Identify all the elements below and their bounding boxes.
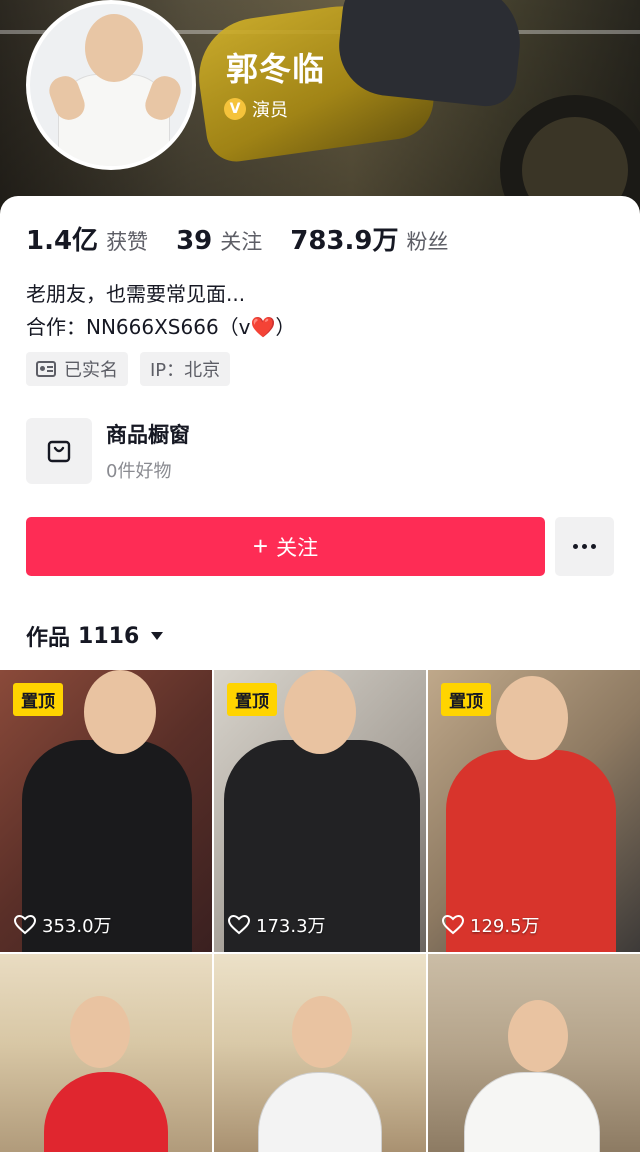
more-dots-icon[interactable] [555,517,614,576]
tag-verified-label: 已实名 [64,360,118,381]
person-head [496,676,568,760]
verify-label: 演员 [252,100,288,121]
stats-row: 1.4亿 获赞 39 关注 783.9万 粉丝 [26,220,477,257]
video-tile[interactable]: 置顶 353.0万 [0,670,212,952]
profile-name: 郭冬临 [226,50,326,88]
stat-likes-value: 1.4亿 [26,226,99,256]
caret-down-icon [151,632,164,640]
heart-outline-icon [14,915,36,935]
person-head [284,670,356,754]
tag-ip-label: IP：北京 [150,360,221,381]
shop-icon-box [26,418,92,484]
likes-row: 353.0万 [14,912,112,938]
pinned-badge: 置顶 [227,683,277,716]
tag-row: 已实名 IP：北京 [26,352,231,386]
stat-followers[interactable]: 783.9万 粉丝 [290,220,448,257]
heart-outline-icon [442,915,464,935]
profile-card: 1.4亿 获赞 39 关注 783.9万 粉丝 老朋友，也需要常见面... 合作… [0,196,640,1152]
bio-line-2-suffix: ） [275,315,296,339]
more-dot [573,544,578,549]
stat-following-value: 39 [176,226,213,256]
likes-count: 353.0万 [42,916,112,937]
stat-followers-label: 粉丝 [406,230,449,254]
video-tile[interactable]: 置顶 129.5万 [428,670,640,952]
avatar-head [85,14,143,82]
stat-following[interactable]: 39 关注 [176,226,262,256]
plus-icon: + [252,531,269,561]
more-dot [582,544,587,549]
likes-row: 129.5万 [442,912,540,938]
verify-row: V 演员 [224,96,288,122]
likes-row: 173.3万 [228,912,326,938]
video-tile[interactable] [214,954,426,1152]
more-dot [591,544,596,549]
video-tile[interactable]: 置顶 173.3万 [214,670,426,952]
stat-likes[interactable]: 1.4亿 获赞 [26,220,148,257]
likes-count: 173.3万 [256,916,326,937]
video-tile[interactable] [0,954,212,1152]
person-head [70,996,130,1068]
shop-text: 商品橱窗 0件好物 [106,419,190,483]
bio: 老朋友，也需要常见面... 合作：NN666XS666（v❤️） [26,278,295,344]
verified-v-icon: V [224,98,246,120]
video-tile[interactable] [428,954,640,1152]
follow-label: 关注 [276,536,319,560]
pinned-badge: 置顶 [13,683,63,716]
person-head [292,996,352,1068]
avatar[interactable] [26,0,196,170]
heart-outline-icon [228,915,250,935]
works-count: 1116 [78,623,140,649]
shopping-bag-icon [47,440,71,463]
tag-ip: IP：北京 [140,352,231,386]
stat-likes-label: 获赞 [106,230,149,254]
bio-line-1: 老朋友，也需要常见面... [26,282,246,306]
works-tab[interactable]: 作品 1116 [26,620,164,652]
bio-line-2-prefix: 合作：NN666XS666（v [26,315,251,339]
video-grid: 置顶 353.0万 置顶 173.3万 置顶 129.5万 [0,670,640,1152]
works-title: 作品 [26,626,71,651]
person-head [84,670,156,754]
shop-window[interactable]: 商品橱窗 0件好物 [26,418,190,484]
shop-title: 商品橱窗 [106,423,190,447]
follow-button[interactable]: + 关注 [26,517,545,576]
tag-verified[interactable]: 已实名 [26,352,128,386]
stat-followers-value: 783.9万 [290,226,399,256]
stat-following-label: 关注 [220,230,263,254]
shop-subtitle: 0件好物 [106,461,172,482]
likes-count: 129.5万 [470,916,540,937]
id-card-icon [36,361,56,377]
bio-line-2: 合作：NN666XS666（v❤️） [26,311,295,344]
pinned-badge: 置顶 [441,683,491,716]
person-head [508,1000,568,1072]
heart-emoji-icon: ❤️ [250,315,276,339]
